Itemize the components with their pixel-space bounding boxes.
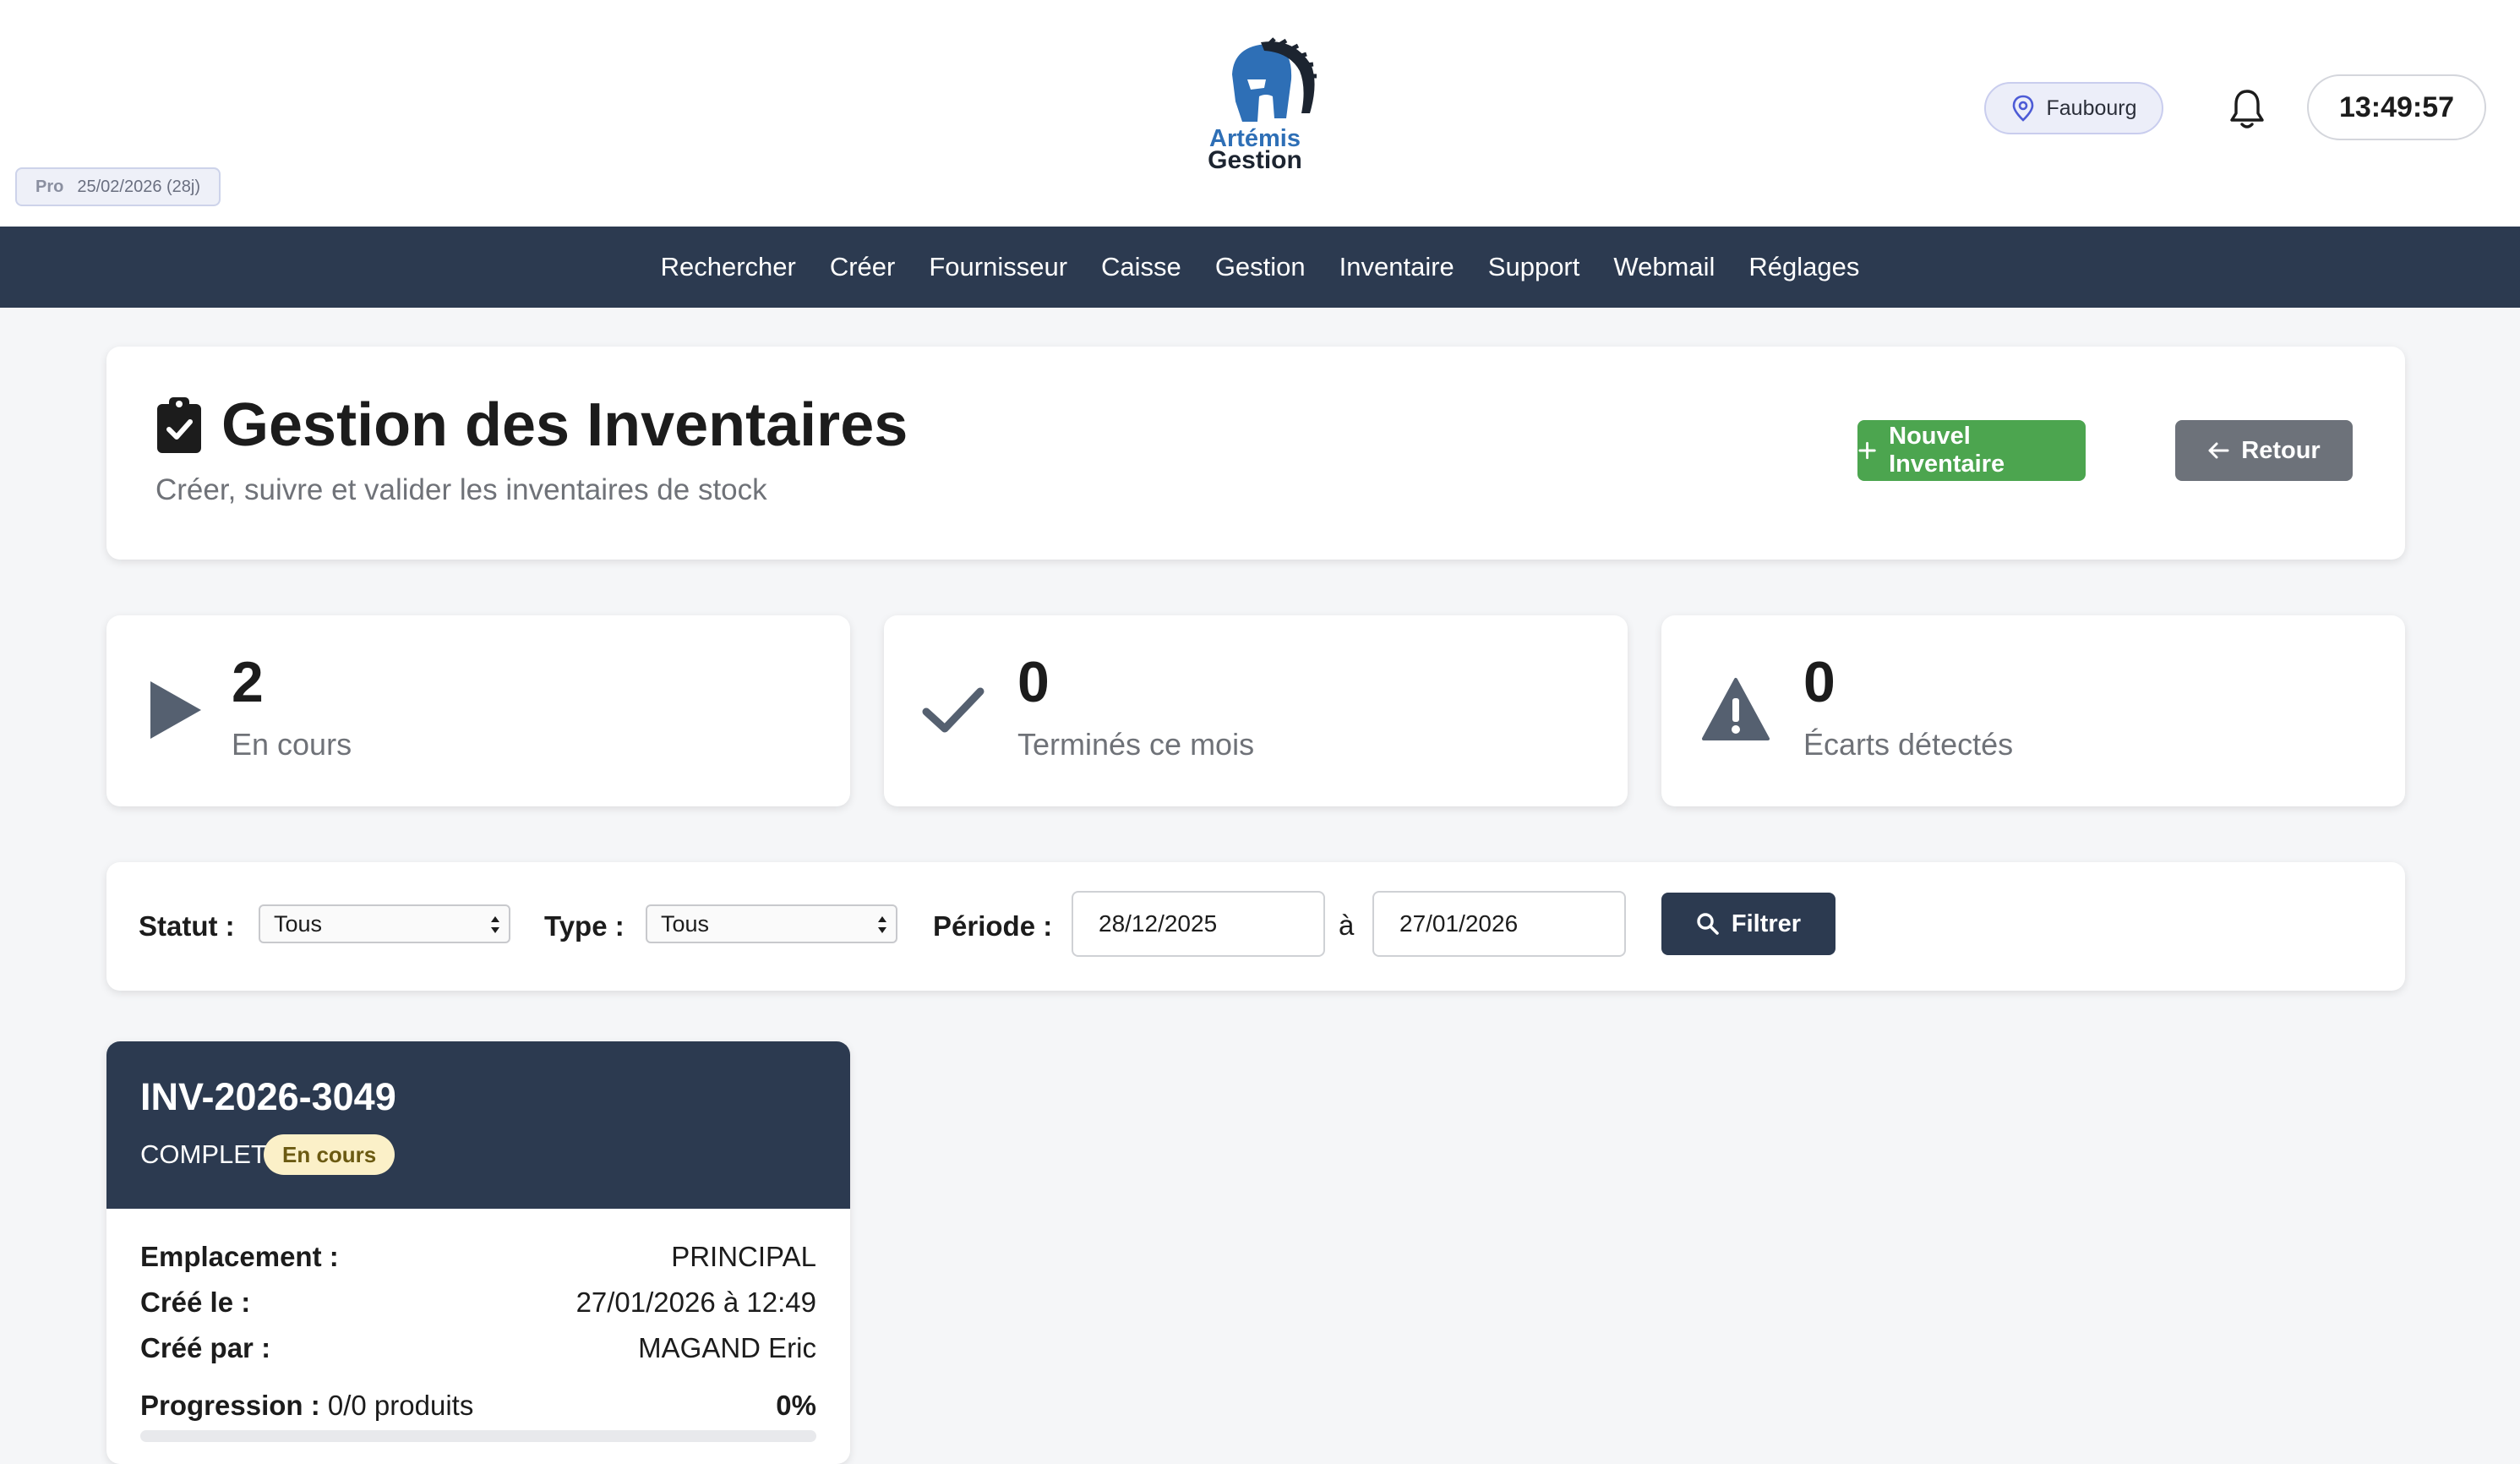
nav-support[interactable]: Support — [1488, 252, 1580, 282]
date-range-separator: à — [1339, 910, 1355, 941]
new-inventory-button[interactable]: Nouvel Inventaire — [1857, 420, 2086, 481]
select-arrows-icon — [491, 916, 499, 933]
clipboard-check-icon — [157, 397, 201, 453]
progress-label: Progression : — [140, 1390, 320, 1421]
type-select-value: Tous — [661, 910, 710, 937]
plus-icon — [1858, 441, 1876, 460]
stat-value: 0 — [1803, 650, 1835, 714]
created-by-value: MAGAND Eric — [638, 1332, 816, 1363]
license-expiry: 25/02/2026 (28j) — [77, 177, 201, 196]
inventory-location-row: Emplacement : PRINCIPAL — [140, 1241, 816, 1273]
status-filter-label: Statut : — [139, 910, 235, 942]
type-select[interactable]: Tous — [646, 904, 897, 943]
clock-display: 13:49:57 — [2307, 74, 2486, 140]
brand-name-line2: Gestion — [1208, 146, 1302, 174]
progress-percent: 0% — [776, 1390, 816, 1421]
nav-webmail[interactable]: Webmail — [1613, 252, 1715, 282]
stat-value: 0 — [1017, 650, 1050, 714]
nav-reglages[interactable]: Réglages — [1748, 252, 1859, 282]
stat-value: 2 — [232, 650, 264, 714]
bell-icon — [2230, 90, 2264, 128]
notifications-button[interactable] — [2226, 86, 2268, 132]
nav-rechercher[interactable]: Rechercher — [661, 252, 796, 282]
warning-icon — [1702, 678, 1770, 740]
status-select[interactable]: Tous — [259, 904, 510, 943]
type-filter-label: Type : — [544, 910, 625, 942]
stat-card-discrepancies: 0 Écarts détectés — [1661, 615, 2405, 806]
stat-card-in-progress: 2 En cours — [106, 615, 850, 806]
license-tier: Pro — [35, 177, 64, 196]
new-inventory-label: Nouvel Inventaire — [1889, 423, 2005, 478]
stat-label: Écarts détectés — [1803, 727, 2014, 762]
check-icon — [922, 687, 985, 733]
created-by-label: Créé par : — [140, 1332, 271, 1363]
play-icon — [150, 681, 201, 739]
page-subtitle: Créer, suivre et valider les inventaires… — [155, 473, 767, 506]
status-select-value: Tous — [274, 910, 323, 937]
location-value: PRINCIPAL — [671, 1241, 816, 1272]
arrow-left-icon — [2208, 442, 2229, 459]
search-icon — [1697, 913, 1719, 935]
inventory-type: COMPLET — [140, 1139, 267, 1169]
stat-card-completed: 0 Terminés ce mois — [884, 615, 1628, 806]
nav-gestion[interactable]: Gestion — [1215, 252, 1306, 282]
inventory-card[interactable]: INV-2026-3049 COMPLET En cours Emplaceme… — [106, 1041, 850, 1464]
nav-creer[interactable]: Créer — [830, 252, 896, 282]
created-value: 27/01/2026 à 12:49 — [575, 1286, 816, 1318]
stat-label: En cours — [232, 727, 352, 762]
nav-inventaire[interactable]: Inventaire — [1339, 252, 1454, 282]
license-badge: Pro 25/02/2026 (28j) — [15, 167, 221, 206]
date-to-input[interactable]: 27/01/2026 — [1372, 891, 1626, 957]
main-nav: Rechercher Créer Fournisseur Caisse Gest… — [0, 227, 2520, 308]
app-logo[interactable]: Artémis Gestion — [1183, 37, 1327, 181]
page-title-group: Gestion des Inventaires — [155, 391, 908, 460]
stat-label: Terminés ce mois — [1017, 727, 1255, 762]
page-title: Gestion des Inventaires — [221, 391, 908, 459]
nav-fournisseur[interactable]: Fournisseur — [929, 252, 1067, 282]
page-header-card: Gestion des Inventaires Créer, suivre et… — [106, 347, 2405, 560]
nav-caisse[interactable]: Caisse — [1101, 252, 1181, 282]
inventory-progress-row: Progression : 0/0 produits 0% — [140, 1390, 816, 1422]
location-label: Emplacement : — [140, 1241, 339, 1272]
inventory-created-by-row: Créé par : MAGAND Eric — [140, 1332, 816, 1364]
created-label: Créé le : — [140, 1286, 251, 1318]
date-from-input[interactable]: 28/12/2025 — [1072, 891, 1325, 957]
back-button[interactable]: Retour — [2175, 420, 2353, 481]
top-bar: Pro 25/02/2026 (28j) Artémis Gestion Fau… — [0, 0, 2520, 227]
inventory-id: INV-2026-3049 — [140, 1075, 396, 1118]
spartan-helmet-icon — [1232, 37, 1317, 122]
inventory-created-row: Créé le : 27/01/2026 à 12:49 — [140, 1286, 816, 1319]
filter-button-label: Filtrer — [1731, 910, 1802, 937]
status-badge: En cours — [264, 1134, 395, 1175]
select-arrows-icon — [878, 916, 886, 933]
store-selector[interactable]: Faubourg — [1984, 82, 2163, 134]
back-label: Retour — [2241, 436, 2321, 464]
period-filter-label: Période : — [933, 910, 1053, 942]
inventory-card-header: INV-2026-3049 COMPLET En cours — [106, 1041, 850, 1209]
progress-bar — [140, 1430, 816, 1442]
filter-bar: Statut : Tous Type : Tous Période : 28/1… — [106, 862, 2405, 991]
store-name: Faubourg — [2046, 96, 2137, 120]
progress-text: 0/0 produits — [327, 1390, 474, 1421]
location-pin-icon — [2013, 95, 2034, 122]
filter-button[interactable]: Filtrer — [1661, 893, 1835, 955]
